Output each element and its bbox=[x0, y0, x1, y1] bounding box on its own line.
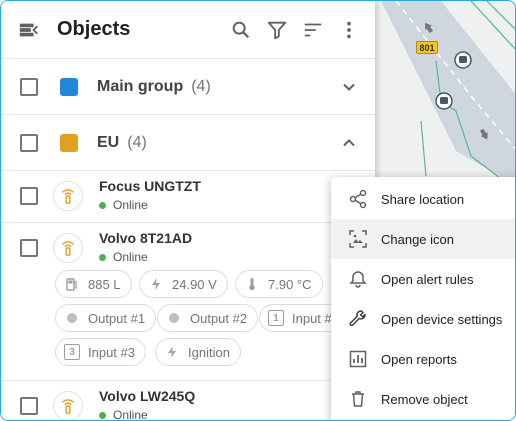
sensor-value: 7.90 °C bbox=[268, 276, 312, 292]
menu-item-change-icon[interactable]: Change icon bbox=[331, 219, 515, 259]
objects-panel: Objects Main group (4) EU (4) Focus UNGT… bbox=[1, 1, 375, 421]
chart-icon bbox=[347, 348, 369, 370]
object-status: Online bbox=[99, 198, 148, 212]
menu-item-label: Open alert rules bbox=[381, 271, 474, 287]
object-checkbox[interactable] bbox=[20, 187, 38, 205]
object-checkbox[interactable] bbox=[20, 239, 38, 257]
bus-stop-icon[interactable] bbox=[454, 51, 472, 69]
panel-header: Objects bbox=[1, 1, 375, 59]
status-text: Online bbox=[113, 250, 148, 264]
sensor-value: Input # bbox=[292, 310, 332, 326]
context-menu: Share location Change icon Open alert ru… bbox=[331, 177, 515, 420]
group-checkbox[interactable] bbox=[20, 133, 38, 152]
menu-item-label: Open device settings bbox=[381, 311, 503, 327]
menu-collapse-icon[interactable] bbox=[17, 18, 41, 42]
menu-item-open-alert-rules[interactable]: Open alert rules bbox=[331, 259, 515, 299]
group-count: (4) bbox=[191, 77, 211, 95]
menu-item-open-device-settings[interactable]: Open device settings bbox=[331, 299, 515, 339]
group-count: (4) bbox=[127, 133, 147, 151]
online-dot bbox=[99, 253, 106, 261]
sensor-value: Input #3 bbox=[88, 344, 135, 360]
bell-icon bbox=[347, 268, 369, 290]
fuel-icon bbox=[64, 276, 80, 292]
sensor-chip-voltage[interactable]: 24.90 V bbox=[139, 270, 228, 298]
menu-item-label: Change icon bbox=[381, 231, 454, 247]
object-status: Online bbox=[99, 408, 148, 421]
menu-item-remove-object[interactable]: Remove object bbox=[331, 379, 515, 419]
wrench-icon bbox=[347, 308, 369, 330]
object-row[interactable]: Volvo LW245Q Online bbox=[1, 381, 375, 421]
sensor-value: Ignition bbox=[188, 344, 230, 360]
sensor-chip-ignition[interactable]: Ignition bbox=[155, 338, 241, 366]
group-color-swatch bbox=[60, 77, 78, 96]
sensor-value: 885 L bbox=[88, 276, 121, 292]
menu-item-label: Remove object bbox=[381, 391, 468, 407]
group-color-swatch bbox=[60, 133, 78, 152]
object-name: Volvo 8T21AD bbox=[99, 230, 193, 246]
chevron-up-icon[interactable] bbox=[341, 135, 357, 151]
bolt-icon bbox=[164, 344, 180, 360]
group-row-main-group[interactable]: Main group (4) bbox=[1, 59, 375, 115]
trash-icon bbox=[347, 388, 369, 410]
group-checkbox[interactable] bbox=[20, 77, 38, 96]
bus-stop-icon[interactable] bbox=[435, 92, 453, 110]
chevron-down-icon[interactable] bbox=[341, 79, 357, 95]
sensor-value: Output #2 bbox=[190, 310, 248, 326]
thermometer-icon bbox=[244, 276, 260, 292]
sort-icon[interactable] bbox=[301, 18, 325, 42]
search-icon[interactable] bbox=[229, 18, 253, 42]
image-icon bbox=[347, 228, 369, 250]
object-row[interactable]: Focus UNGTZT Online bbox=[1, 171, 375, 223]
menu-item-label: Open reports bbox=[381, 351, 457, 367]
app-frame: 801 Objects Main group (4) EU (4) Focus … bbox=[0, 0, 516, 421]
group-name: Main group bbox=[97, 77, 184, 95]
object-checkbox[interactable] bbox=[20, 397, 38, 415]
road-number-badge: 801 bbox=[416, 41, 438, 54]
more-vert-icon[interactable] bbox=[337, 18, 361, 42]
tracker-icon bbox=[53, 181, 83, 211]
sensor-chip-fuel[interactable]: 885 L bbox=[55, 270, 132, 298]
status-text: Online bbox=[113, 408, 148, 421]
output-dot-icon bbox=[166, 310, 182, 326]
group-row-eu[interactable]: EU (4) bbox=[1, 115, 375, 171]
object-status: Online bbox=[99, 250, 148, 264]
output-dot-icon bbox=[64, 310, 80, 326]
menu-item-share-location[interactable]: Share location bbox=[331, 179, 515, 219]
object-row[interactable]: Volvo 8T21AD Online 885 L 24.90 V 7.90 °… bbox=[1, 223, 375, 381]
sensor-chip-output2[interactable]: Output #2 bbox=[157, 304, 259, 332]
bolt-icon bbox=[148, 276, 164, 292]
sensor-chip-input3[interactable]: 3 Input #3 bbox=[55, 338, 146, 366]
group-name: EU bbox=[97, 133, 120, 151]
object-name: Focus UNGTZT bbox=[99, 178, 201, 194]
sensor-value: Output #1 bbox=[88, 310, 146, 326]
menu-item-open-reports[interactable]: Open reports bbox=[331, 339, 515, 379]
share-icon bbox=[347, 188, 369, 210]
menu-item-label: Share location bbox=[381, 191, 465, 207]
sensor-value: 24.90 V bbox=[172, 276, 217, 292]
page-title: Objects bbox=[57, 18, 131, 40]
object-name: Volvo LW245Q bbox=[99, 388, 196, 404]
tracker-icon bbox=[53, 391, 83, 420]
input-number-icon: 1 bbox=[268, 310, 284, 326]
sensor-chip-temperature[interactable]: 7.90 °C bbox=[235, 270, 323, 298]
sensor-chip-output1[interactable]: Output #1 bbox=[55, 304, 157, 332]
input-number-icon: 3 bbox=[64, 344, 80, 360]
online-dot bbox=[99, 411, 106, 419]
online-dot bbox=[99, 201, 106, 209]
status-text: Online bbox=[113, 198, 148, 212]
filter-icon[interactable] bbox=[265, 18, 289, 42]
tracker-icon bbox=[53, 233, 83, 263]
